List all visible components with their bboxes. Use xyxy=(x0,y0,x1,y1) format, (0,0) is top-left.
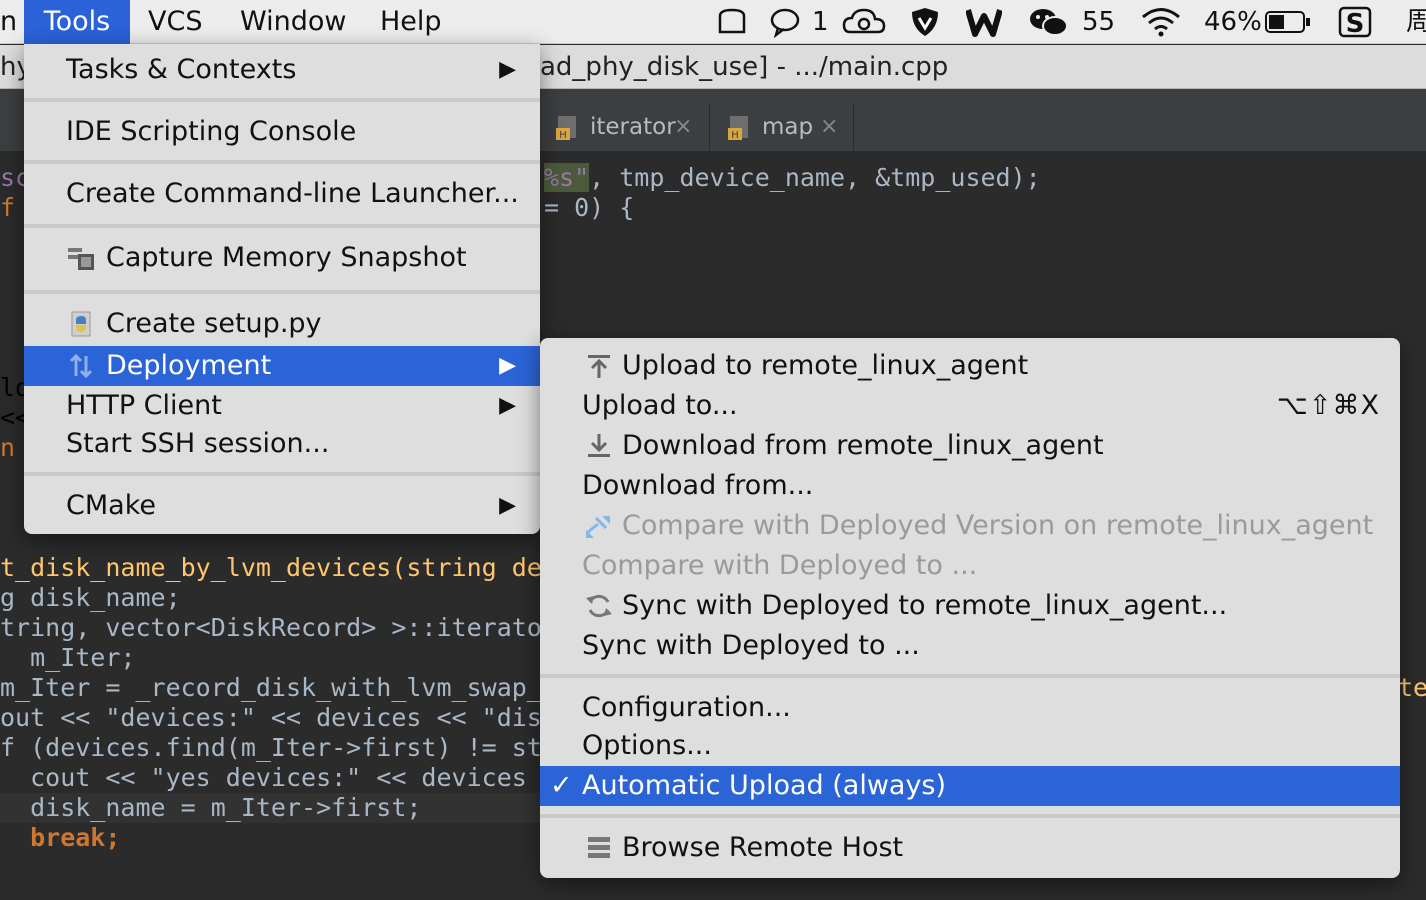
shield-icon[interactable] xyxy=(908,0,944,44)
code-fragment: f xyxy=(0,193,16,222)
battery-percent: 46% xyxy=(1204,7,1262,37)
date-partial: 周 xyxy=(1406,7,1426,37)
code-line: f (devices.find(m_Iter->first) != strin xyxy=(0,733,587,762)
menu-item-create-launcher[interactable]: Create Command-line Launcher... xyxy=(24,174,540,214)
cloud-icon[interactable] xyxy=(842,0,886,44)
python-file-icon xyxy=(71,311,91,337)
menu-window[interactable]: Window xyxy=(240,0,346,44)
code-line: = 0) { xyxy=(544,193,635,222)
notification-count: 1 xyxy=(812,7,829,37)
code-fragment: te xyxy=(1398,673,1426,702)
chat-bubble-icon[interactable] xyxy=(770,0,806,44)
menu-item-compare-deployed-to[interactable]: Compare with Deployed to ... xyxy=(540,546,1400,586)
code-line: tring, vector<DiskRecord> >::iterator xyxy=(0,613,557,642)
wechat-icon[interactable] xyxy=(1028,0,1070,44)
deployment-icon xyxy=(69,353,93,379)
menu-item-ide-scripting-console[interactable]: IDE Scripting Console xyxy=(24,112,540,152)
submenu-arrow-icon: ▶ xyxy=(499,393,516,418)
menu-help[interactable]: Help xyxy=(380,0,442,44)
menu-separator xyxy=(24,472,540,476)
code-line: break; xyxy=(0,823,121,852)
menu-separator xyxy=(540,814,1400,818)
menu-item-sync-deployed-to[interactable]: Sync with Deployed to ... xyxy=(540,626,1400,666)
menu-item-download-from[interactable]: Download from... xyxy=(540,466,1400,506)
menu-item-options[interactable]: Options... xyxy=(540,726,1400,766)
code-line: disk_name = m_Iter->first; xyxy=(0,793,422,822)
close-icon[interactable]: × xyxy=(820,103,838,151)
menu-item-compare-deployed-agent[interactable]: Compare with Deployed Version on remote_… xyxy=(540,506,1400,546)
menu-separator xyxy=(540,674,1400,678)
header-file-icon: H xyxy=(728,116,748,141)
code-line: t_disk_name_by_lvm_devices(string devic xyxy=(0,553,587,582)
remote-host-icon xyxy=(588,837,610,858)
download-icon xyxy=(588,434,610,457)
menu-item-tasks-contexts[interactable]: Tasks & Contexts ▶ xyxy=(24,50,540,90)
code-line: g disk_name; xyxy=(0,583,181,612)
menu-item-download-from-agent[interactable]: Download from remote_linux_agent xyxy=(540,426,1400,466)
menu-item-create-setup-py[interactable]: Create setup.py xyxy=(24,304,540,344)
tab-label: iterator xyxy=(590,114,676,140)
memory-snapshot-icon xyxy=(68,248,94,270)
submenu-arrow-icon: ▶ xyxy=(499,493,516,518)
menu-item-sync-deployed-agent[interactable]: Sync with Deployed to remote_linux_agent… xyxy=(540,586,1400,626)
menu-item-http-client[interactable]: HTTP Client ▶ xyxy=(24,386,540,426)
submenu-arrow-icon: ▶ xyxy=(499,57,516,82)
svg-text:H: H xyxy=(559,130,567,141)
menu-item-automatic-upload[interactable]: ✓ Automatic Upload (always) xyxy=(540,766,1400,806)
menu-item-browse-remote-host[interactable]: Browse Remote Host xyxy=(540,828,1400,868)
battery-icon[interactable] xyxy=(1264,0,1312,44)
deployment-submenu: Upload to remote_linux_agent Upload to..… xyxy=(540,338,1400,878)
menu-tools[interactable]: Tools xyxy=(24,0,130,44)
code-line: m_Iter = _record_disk_with_lvm_swap_map xyxy=(0,673,587,702)
sync-icon xyxy=(586,594,612,618)
menu-item-configuration[interactable]: Configuration... xyxy=(540,688,1400,728)
menu-item-capture-memory-snapshot[interactable]: Capture Memory Snapshot xyxy=(24,238,540,278)
upload-icon xyxy=(588,355,610,378)
menu-item-deployment[interactable]: Deployment ▶ xyxy=(24,346,540,386)
submenu-arrow-icon: ▶ xyxy=(499,353,516,378)
menu-separator xyxy=(24,98,540,102)
menu-separator xyxy=(24,160,540,164)
menu-item-cmake[interactable]: CMake ▶ xyxy=(24,486,540,526)
svg-text:H: H xyxy=(731,130,739,141)
code-line: out << "devices:" << devices << "disk_r xyxy=(0,703,587,732)
menu-separator xyxy=(24,224,540,228)
wifi-icon[interactable] xyxy=(1140,0,1182,44)
menu-vcs[interactable]: VCS xyxy=(148,0,202,44)
menu-item-upload-to-agent[interactable]: Upload to remote_linux_agent xyxy=(540,346,1400,386)
header-file-icon: H xyxy=(556,116,576,141)
tab-map[interactable]: H map × xyxy=(712,103,854,151)
code-fragment: n xyxy=(0,433,16,462)
cloud-drive-icon[interactable] xyxy=(716,0,752,44)
wechat-count: 55 xyxy=(1082,7,1116,37)
menu-partial-left[interactable]: n xyxy=(0,0,17,44)
compare-icon xyxy=(586,516,610,538)
checkmark-icon: ✓ xyxy=(550,770,573,801)
w-app-icon[interactable] xyxy=(966,0,1002,44)
s-app-icon[interactable]: S xyxy=(1338,0,1374,44)
close-icon[interactable]: × xyxy=(674,103,692,151)
menu-item-upload-to[interactable]: Upload to... ⌥⇧⌘X xyxy=(540,386,1400,426)
code-line: cout << "yes devices:" << devices << xyxy=(0,763,572,792)
code-line: m_Iter; xyxy=(0,643,136,672)
tab-iterator[interactable]: H iterator × xyxy=(540,103,710,151)
tab-label: map xyxy=(762,114,814,140)
mac-menu-bar: n Tools VCS Window Help 1 55 46% S 周 xyxy=(0,0,1426,44)
window-title: ad_phy_disk_use] - .../main.cpp xyxy=(540,52,949,82)
menu-separator xyxy=(24,290,540,294)
shortcut-label: ⌥⇧⌘X xyxy=(1276,390,1380,421)
code-line: %s", tmp_device_name, &tmp_used); xyxy=(544,163,1041,192)
tools-menu: Tasks & Contexts ▶ IDE Scripting Console… xyxy=(24,44,540,534)
svg-text:S: S xyxy=(1346,9,1365,38)
menu-item-start-ssh-session[interactable]: Start SSH session... xyxy=(24,424,540,464)
